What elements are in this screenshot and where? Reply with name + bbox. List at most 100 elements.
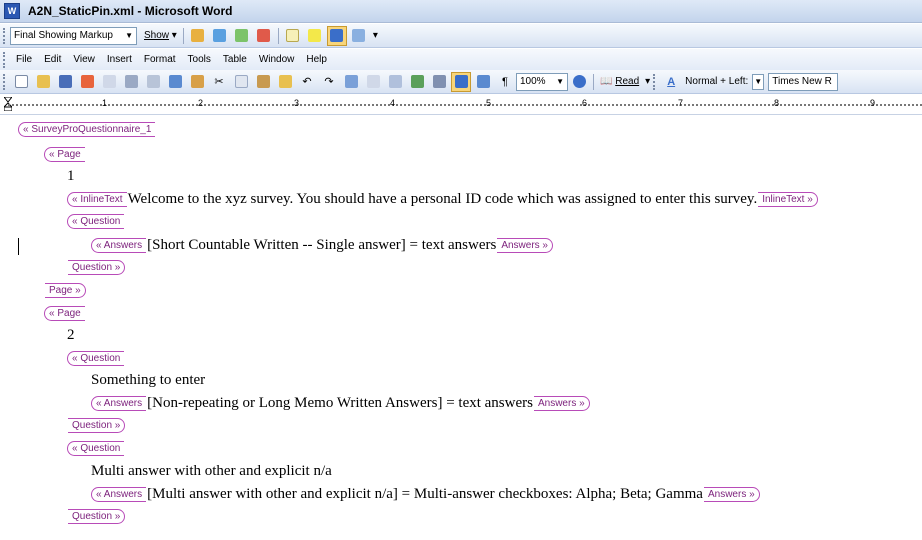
- styles-formatting-icon[interactable]: A: [661, 72, 681, 92]
- insert-excel-icon[interactable]: [407, 72, 427, 92]
- document-area[interactable]: « SurveyProQuestionnaire_1 « Page 1 « Inlin…: [0, 116, 922, 540]
- xml-close-tag[interactable]: Question »: [68, 418, 126, 433]
- xml-open-tag[interactable]: « Page: [44, 306, 85, 321]
- document-line[interactable]: « Question: [67, 441, 125, 456]
- xml-close-tag[interactable]: Answers »: [703, 487, 760, 502]
- previous-change-icon[interactable]: [188, 26, 208, 46]
- document-line[interactable]: Question »: [67, 260, 126, 275]
- menu-edit[interactable]: Edit: [38, 54, 67, 65]
- show-hide-formatting-icon[interactable]: ¶: [495, 72, 515, 92]
- document-line[interactable]: « Question: [67, 214, 125, 229]
- xml-close-tag[interactable]: Answers »: [497, 238, 553, 253]
- document-line[interactable]: « SurveyProQuestionnaire_1: [18, 122, 156, 137]
- highlight-icon[interactable]: [305, 26, 325, 46]
- document-line[interactable]: Question »: [67, 418, 126, 433]
- xml-open-tag[interactable]: « Question: [67, 351, 125, 366]
- xml-open-tag[interactable]: « Question: [67, 214, 125, 229]
- print-preview-icon[interactable]: [143, 72, 163, 92]
- toolbar-options-icon[interactable]: ▾: [642, 76, 653, 87]
- insert-comment-icon[interactable]: [283, 26, 303, 46]
- xml-open-tag[interactable]: « Answers: [91, 396, 147, 411]
- xml-close-tag[interactable]: Answers »: [533, 396, 590, 411]
- document-line[interactable]: « Page: [44, 147, 86, 162]
- document-line[interactable]: « Question: [67, 351, 125, 366]
- permission-icon[interactable]: [77, 72, 97, 92]
- document-text: [Multi answer with other and explicit n/…: [147, 486, 703, 502]
- redo-icon[interactable]: ↷: [319, 72, 339, 92]
- document-line[interactable]: « Answers [Multi answer with other and ex…: [91, 486, 761, 503]
- style-value[interactable]: Normal + Left:: [682, 76, 751, 87]
- toolbar-options-icon[interactable]: ▾: [370, 30, 381, 41]
- toolbar-grip[interactable]: [653, 73, 656, 90]
- document-line[interactable]: « Answers [Short Countable Written -- Sin…: [91, 237, 554, 254]
- document-line[interactable]: Multi answer with other and explicit n/a: [91, 463, 332, 480]
- document-line[interactable]: 2: [67, 327, 75, 344]
- open-folder-icon[interactable]: [33, 72, 53, 92]
- menu-help[interactable]: Help: [300, 54, 333, 65]
- toolbar-grip[interactable]: [3, 27, 6, 44]
- document-map-icon[interactable]: [473, 72, 493, 92]
- next-change-icon[interactable]: [210, 26, 230, 46]
- xml-open-tag[interactable]: « Answers: [91, 238, 147, 253]
- menu-insert[interactable]: Insert: [101, 54, 138, 65]
- xml-close-tag[interactable]: InlineText »: [758, 192, 818, 207]
- spelling-icon[interactable]: [165, 72, 185, 92]
- chevron-down-icon[interactable]: ▼: [752, 73, 765, 90]
- ruler-number: 1: [102, 98, 108, 108]
- document-line[interactable]: « Answers [Non-repeating or Long Memo Wri…: [91, 395, 591, 412]
- drawing-icon[interactable]: [451, 71, 471, 92]
- word-document-icon[interactable]: W: [4, 3, 20, 19]
- xml-open-tag[interactable]: « SurveyProQuestionnaire_1: [18, 122, 156, 137]
- menu-tools[interactable]: Tools: [182, 54, 217, 65]
- document-line[interactable]: Something to enter: [91, 372, 205, 389]
- xml-open-tag[interactable]: « Question: [67, 441, 125, 456]
- read-button[interactable]: 📖 Read: [597, 76, 642, 87]
- help-icon[interactable]: [569, 72, 589, 92]
- document-line[interactable]: Question »: [67, 509, 126, 524]
- email-icon[interactable]: [99, 72, 119, 92]
- font-value: Times New R: [772, 76, 832, 87]
- columns-icon[interactable]: [429, 72, 449, 92]
- reject-change-icon[interactable]: [254, 26, 274, 46]
- format-painter-icon[interactable]: [275, 72, 295, 92]
- research-icon[interactable]: [187, 72, 207, 92]
- ruler-number: 2: [198, 98, 204, 108]
- xml-close-tag[interactable]: Question »: [68, 509, 126, 524]
- xml-open-tag[interactable]: « Answers: [91, 487, 147, 502]
- print-icon[interactable]: [121, 72, 141, 92]
- menu-view[interactable]: View: [67, 54, 101, 65]
- copy-icon[interactable]: [231, 72, 251, 92]
- show-menu-button[interactable]: Show ▾: [141, 30, 180, 41]
- font-select[interactable]: Times New R: [768, 72, 839, 91]
- ruler-number: 7: [678, 98, 684, 108]
- toolbar-grip[interactable]: [3, 73, 6, 90]
- paste-icon[interactable]: [253, 72, 273, 92]
- document-line[interactable]: « InlineText Welcome to the xyz survey. Y…: [67, 191, 819, 208]
- menu-grip[interactable]: [3, 51, 6, 68]
- hyperlink-icon[interactable]: [341, 72, 361, 92]
- horizontal-ruler[interactable]: 1 2 3 4 5 6 7 8 9: [0, 95, 922, 115]
- menu-file[interactable]: File: [10, 54, 38, 65]
- document-line[interactable]: Page »: [44, 283, 87, 298]
- display-for-review-select[interactable]: Final Showing Markup ▼: [10, 26, 137, 45]
- track-changes-icon[interactable]: [326, 25, 347, 46]
- cut-icon[interactable]: ✂: [209, 72, 229, 92]
- tables-borders-icon[interactable]: [363, 72, 383, 92]
- new-document-icon[interactable]: [11, 72, 31, 92]
- document-line[interactable]: « Page: [44, 306, 86, 321]
- undo-icon[interactable]: ↶: [297, 72, 317, 92]
- xml-close-tag[interactable]: Question »: [68, 260, 126, 275]
- xml-open-tag[interactable]: « Page: [44, 147, 85, 162]
- menu-window[interactable]: Window: [253, 54, 301, 65]
- xml-open-tag[interactable]: « InlineText: [67, 192, 127, 207]
- document-line[interactable]: 1: [67, 168, 75, 185]
- save-icon[interactable]: [55, 72, 75, 92]
- reviewing-pane-icon[interactable]: [349, 26, 369, 46]
- menu-format[interactable]: Format: [138, 54, 182, 65]
- zoom-select[interactable]: 100% ▼: [516, 72, 568, 91]
- menu-table[interactable]: Table: [217, 54, 253, 65]
- xml-close-tag[interactable]: Page »: [45, 283, 86, 298]
- accept-change-icon[interactable]: [232, 26, 252, 46]
- document-text: Multi answer with other and explicit n/a: [91, 463, 332, 479]
- insert-table-icon[interactable]: [385, 72, 405, 92]
